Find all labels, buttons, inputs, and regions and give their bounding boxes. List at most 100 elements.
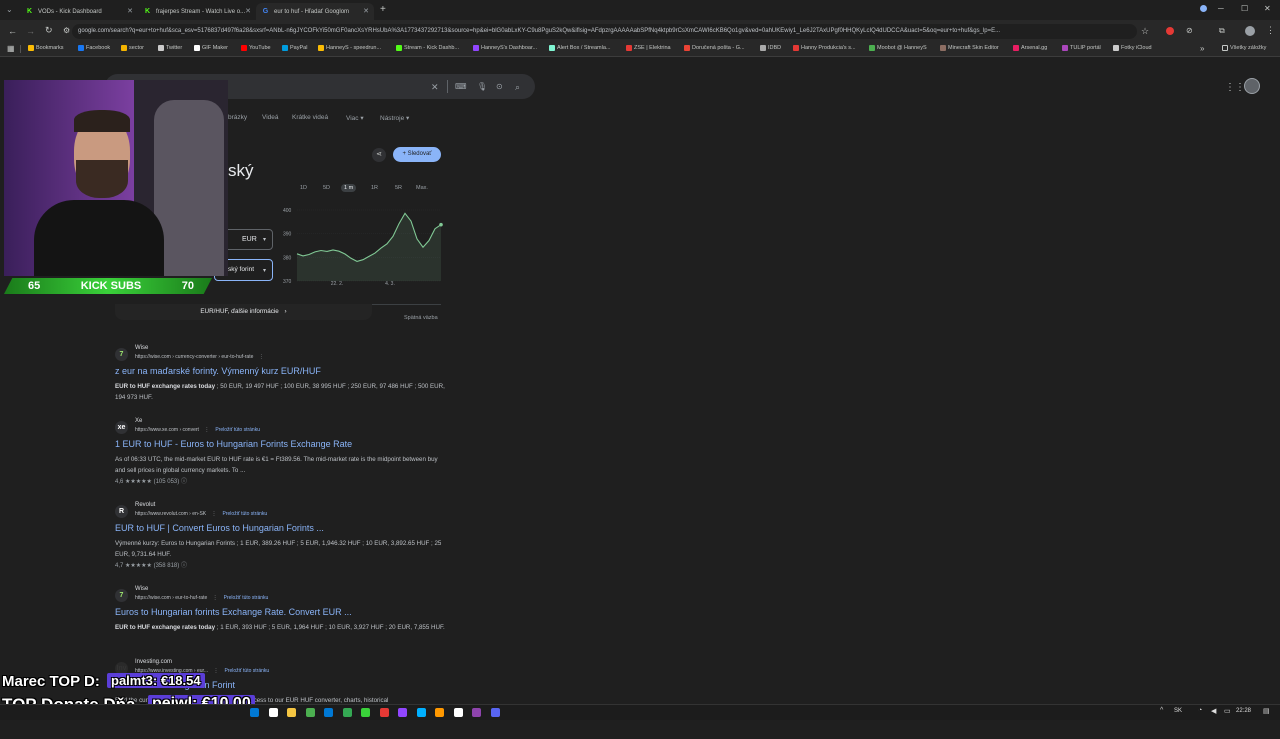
search-icon[interactable]: ⌕ [515,82,520,93]
result-url[interactable]: https://www.xe.com › convert ⋮Preložiť t… [135,427,260,433]
range-1d[interactable]: 1D [297,184,310,192]
app-icon[interactable] [435,708,444,717]
twitch-icon[interactable] [398,708,407,717]
search-icon[interactable] [269,708,278,717]
tab-google-search[interactable]: G eur to huf - Hľadať Googlom ✕ [256,3,374,20]
info-icon[interactable]: ⓘ [181,563,187,569]
excel-icon[interactable] [306,708,315,717]
discord-icon[interactable] [491,708,500,717]
profile-avatar[interactable] [1245,26,1255,36]
close-icon[interactable]: ✕ [245,7,251,15]
share-button[interactable]: ⋖ [372,148,386,162]
new-tab-icon[interactable]: + [380,4,386,15]
close-icon[interactable]: ✕ [127,7,133,15]
edge-icon[interactable] [324,708,333,717]
close-icon[interactable]: ✕ [363,7,369,15]
filter-images[interactable]: brázky [228,114,247,121]
result-url[interactable]: https://wise.com › currency-converter › … [135,354,264,360]
filter-tools[interactable]: Nástroje ▾ [380,114,409,122]
extension-icon[interactable] [1166,27,1174,35]
bookmark-item[interactable]: Doručená pošta - G... [684,45,745,51]
range-max[interactable]: Max. [413,184,431,192]
bookmark-item[interactable]: Alert Box / Streamla... [549,45,611,51]
bookmark-star-icon[interactable]: ☆ [1141,26,1149,37]
lens-camera-icon[interactable]: ⊙ [496,82,503,91]
apps-icon[interactable]: ▦ [7,44,15,53]
volume-icon[interactable]: ◀ [1211,707,1216,715]
range-5y[interactable]: 5R [392,184,405,192]
bookmark-item[interactable]: PayPal [282,45,307,51]
site-info-icon[interactable]: ⚙ [63,26,70,35]
kebab-menu-icon[interactable]: ⋮ [213,595,218,601]
exchange-rate-chart[interactable]: 40039038037022. 2.4. 3. [280,201,450,286]
translate-link[interactable]: Preložiť túto stránku [224,595,269,601]
result-title-link[interactable]: 1 EUR to HUF - Euros to Hungarian Forint… [115,439,352,449]
bookmark-item[interactable]: Facebook [78,45,110,51]
range-1y[interactable]: 1R [368,184,381,192]
more-bookmarks-icon[interactable]: » [1200,44,1204,53]
bookmark-item[interactable]: Moobot @ HanneyS [869,45,927,51]
url-field[interactable]: google.com/search?q=eur+to+huf&sca_esv=5… [72,24,1137,39]
range-1m[interactable]: 1 m [341,184,356,192]
result-url[interactable]: https://www.revolut.com › en-SK ⋮Preloži… [135,511,267,517]
kebab-menu-icon[interactable]: ⋮ [259,354,264,360]
more-info-button[interactable]: EUR/HUF, ďalšie informácie › [115,304,372,320]
translate-link[interactable]: Preložiť túto stránku [215,427,260,433]
bookmark-item[interactable]: Bookmarks [28,45,64,51]
profile-dot-icon[interactable] [1200,5,1207,12]
menu-icon[interactable]: ⋮ [1266,25,1275,36]
minimize-icon[interactable]: ─ [1218,4,1224,13]
bookmark-item[interactable]: Fotky iCloud [1113,45,1152,51]
extension-icon[interactable]: ⊘ [1186,26,1193,35]
translate-link[interactable]: Preložiť túto stránku [224,668,269,674]
info-icon[interactable]: ⓘ [181,479,187,485]
result-title-link[interactable]: z eur na maďarské forinty. Výmenný kurz … [115,366,321,376]
file-explorer-icon[interactable] [287,708,296,717]
bookmark-item[interactable]: Stream - Kick Dashb... [396,45,459,51]
filter-short-videos[interactable]: Krátke videá [292,114,328,121]
back-icon[interactable]: ← [8,26,17,36]
tab-vods[interactable]: K VODs - Kick Dashboard ✕ [20,3,138,20]
bookmark-item[interactable]: TULIP portál [1062,45,1101,51]
battery-icon[interactable]: ▭ [1224,707,1231,715]
kebab-menu-icon[interactable]: ⋮ [212,511,217,517]
window-close-icon[interactable]: ✕ [1264,4,1271,13]
result-url[interactable]: https://wise.com › eur-to-huf-rate ⋮Prel… [135,595,268,601]
bookmark-item[interactable]: Twitter [158,45,182,51]
result-title-link[interactable]: EUR to HUF | Convert Euros to Hungarian … [115,523,324,533]
maximize-icon[interactable]: ☐ [1241,4,1248,13]
tab-search-icon[interactable]: ⌄ [6,5,13,14]
app-icon[interactable] [472,708,481,717]
account-avatar[interactable] [1244,78,1260,94]
translate-link[interactable]: Preložiť túto stránku [223,511,268,517]
bookmark-item[interactable]: HanneyS - speedrun... [318,45,381,51]
bookmark-item[interactable]: Arsenal.gg [1013,45,1047,51]
kebab-menu-icon[interactable]: ⋮ [204,427,209,433]
obs-icon[interactable] [361,708,370,717]
bookmark-item[interactable]: Hanny Produkcia's s... [793,45,856,51]
microphone-icon[interactable]: 🎙 [477,82,487,91]
filter-videos[interactable]: Videá [262,114,279,121]
follow-button[interactable]: + Sledovať [393,147,441,162]
keyboard-icon[interactable]: ⌨ [455,82,467,91]
tray-chevron-icon[interactable]: ^ [1160,707,1163,714]
reload-icon[interactable]: ↻ [45,25,53,36]
wifi-icon[interactable]: ◔ [1198,707,1202,714]
clear-search-icon[interactable]: ✕ [431,82,439,93]
bookmark-item[interactable]: IDBD [760,45,781,51]
bookmark-item[interactable]: YouTube [241,45,271,51]
extensions-puzzle-icon[interactable]: ⧉ [1219,26,1225,36]
filter-more[interactable]: Viac ▾ [346,114,364,122]
clock[interactable]: 22:28 [1236,708,1251,714]
bookmark-item[interactable]: Minecraft Skin Editor [940,45,999,51]
language-indicator[interactable]: SK [1174,708,1182,714]
range-5d[interactable]: 5D [320,184,333,192]
feedback-link[interactable]: Spätná väzba [404,315,438,321]
bookmark-item[interactable]: sector [121,45,144,51]
tab-stream[interactable]: K frajerpes Stream - Watch Live o... ✕ [138,3,256,20]
chrome-icon[interactable] [343,708,352,717]
google-apps-icon[interactable]: ⋮⋮ [1225,82,1245,93]
result-title-link[interactable]: Euros to Hungarian forints Exchange Rate… [115,607,352,617]
bookmark-item[interactable]: ZSE | Elektrina [626,45,671,51]
kebab-menu-icon[interactable]: ⋮ [213,668,218,674]
